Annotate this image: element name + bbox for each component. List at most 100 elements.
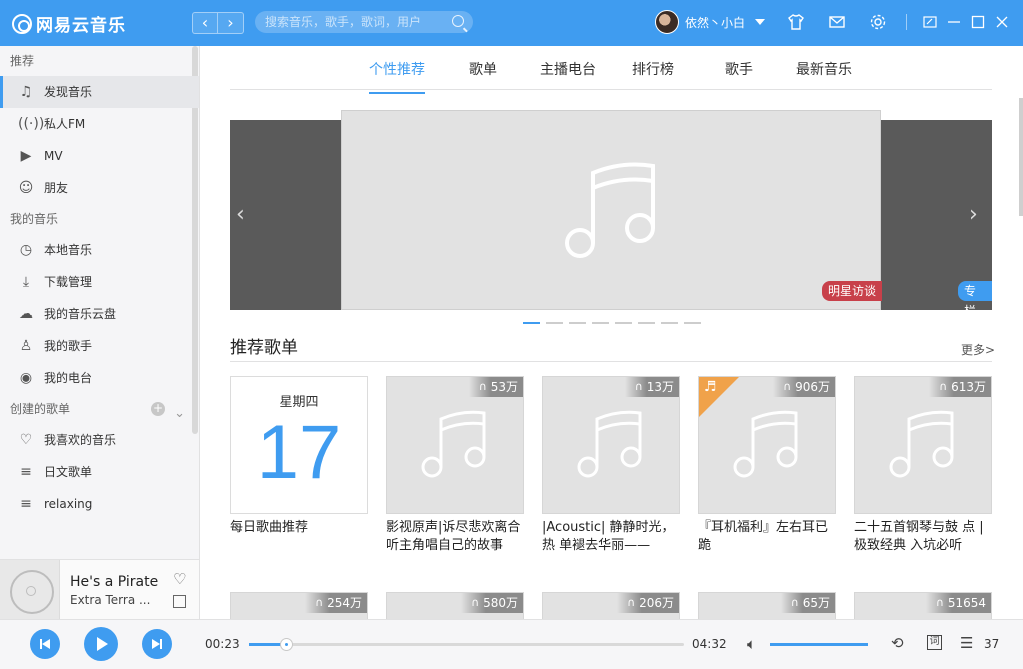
progress-handle[interactable] xyxy=(279,638,293,651)
volume-slider[interactable] xyxy=(770,643,868,646)
sidebar-item-friends[interactable]: ☺ 朋友 xyxy=(0,172,199,204)
playlist-name[interactable]: 『耳机福利』左右耳已 跪 xyxy=(698,519,836,555)
artist-icon: ♙ xyxy=(19,338,33,354)
maximize-icon[interactable] xyxy=(969,13,987,31)
close-icon[interactable] xyxy=(993,13,1011,31)
tab-bar: 个性推荐 歌单 主播电台 排行榜 歌手 最新音乐 xyxy=(230,46,992,94)
previous-track-button[interactable] xyxy=(30,629,60,659)
tab-personal[interactable]: 个性推荐 xyxy=(369,59,425,94)
playlist-card[interactable]: 53万 影视原声|诉尽悲欢离合 听主角唱自己的故事 xyxy=(386,376,524,555)
heart-icon[interactable]: ♡ xyxy=(173,570,186,588)
playlist-card[interactable]: 206万 xyxy=(542,592,680,619)
playlist-card[interactable]: 51654 xyxy=(854,592,992,619)
lyrics-button[interactable]: 词 xyxy=(927,635,942,650)
main-content: 个性推荐 歌单 主播电台 排行榜 歌手 最新音乐 ‹ › 明星访谈 专栏 推荐歌… xyxy=(200,46,1023,619)
more-link[interactable]: 更多> xyxy=(961,341,995,358)
avatar[interactable] xyxy=(655,10,679,34)
playlist-name[interactable]: |Acoustic| 静静时光，热 单褪去华丽—— xyxy=(542,519,680,555)
playlist-cover[interactable]: ♬ 906万 xyxy=(698,376,836,514)
mini-mode-icon[interactable] xyxy=(921,13,939,31)
playlist-card[interactable]: 580万 xyxy=(386,592,524,619)
tab-radio[interactable]: 主播电台 xyxy=(540,59,596,79)
play-count: 254万 xyxy=(305,593,367,613)
heart-icon: ♡ xyxy=(19,432,33,448)
daily-calendar[interactable]: 星期四 17 xyxy=(230,376,368,514)
main-scrollbar[interactable] xyxy=(1019,98,1023,216)
sidebar-item-local-music[interactable]: ◷ 本地音乐 xyxy=(0,234,199,266)
app-logo[interactable]: 网易云音乐 xyxy=(12,11,126,36)
playlist-cover[interactable]: 613万 xyxy=(854,376,992,514)
user-menu[interactable]: 依然丶小白 xyxy=(655,10,766,34)
playlist-card[interactable]: 65万 xyxy=(698,592,836,619)
search-input[interactable] xyxy=(255,11,435,33)
share-icon[interactable] xyxy=(173,595,186,608)
playlist-card[interactable]: ♬ 906万 『耳机福利』左右耳已 跪 xyxy=(698,376,836,555)
search-icon[interactable] xyxy=(452,15,464,27)
chevron-left-icon[interactable]: ‹ xyxy=(236,202,245,227)
repeat-icon[interactable]: ⟲ xyxy=(891,634,904,652)
playlist-card[interactable]: 613万 二十五首钢琴与鼓 点 | 极致经典 入坑必听 xyxy=(854,376,992,555)
playlist-card[interactable]: 254万 xyxy=(230,592,368,619)
back-button[interactable]: ‹ xyxy=(192,12,218,34)
previous-icon xyxy=(40,639,50,649)
song-artist[interactable]: Extra Terra ... xyxy=(70,593,150,607)
album-cover[interactable] xyxy=(0,560,60,620)
forward-button[interactable]: › xyxy=(218,12,244,34)
mail-icon[interactable] xyxy=(828,13,846,31)
chevron-right-icon[interactable]: › xyxy=(969,202,978,227)
tab-artists[interactable]: 歌手 xyxy=(725,59,753,79)
playlist-card[interactable]: 13万 |Acoustic| 静静时光，热 单褪去华丽—— xyxy=(542,376,680,555)
sidebar-item-artists[interactable]: ♙ 我的歌手 xyxy=(0,330,199,362)
sidebar-item-mv[interactable]: ▶ MV xyxy=(0,140,199,172)
chevron-down-icon[interactable] xyxy=(755,19,766,25)
sidebar-item-label: 朋友 xyxy=(44,181,69,195)
carousel-dot[interactable] xyxy=(546,322,563,324)
sidebar-item-label: 私人FM xyxy=(44,117,86,131)
carousel-dot[interactable] xyxy=(684,322,701,324)
carousel-dot[interactable] xyxy=(638,322,655,324)
music-note-icon xyxy=(565,162,655,258)
search-box[interactable] xyxy=(255,11,473,33)
sidebar-item-radio[interactable]: ◉ 我的电台 xyxy=(0,362,199,394)
settings-icon[interactable] xyxy=(869,13,887,31)
carousel-dot[interactable] xyxy=(661,322,678,324)
playlist-cover[interactable]: 53万 xyxy=(386,376,524,514)
carousel-dot[interactable] xyxy=(615,322,632,324)
next-track-button[interactable] xyxy=(142,629,172,659)
banner-current-slide[interactable] xyxy=(341,110,881,310)
sidebar-item-playlist[interactable]: ≡ 日文歌单 xyxy=(0,456,199,488)
play-button[interactable] xyxy=(84,627,118,661)
sidebar-item-fm[interactable]: ((·)) 私人FM xyxy=(0,108,199,140)
carousel-dot[interactable] xyxy=(592,322,609,324)
skin-icon[interactable] xyxy=(787,13,805,31)
tab-playlists[interactable]: 歌单 xyxy=(469,59,497,79)
progress-bar[interactable] xyxy=(249,638,684,651)
playlist-name[interactable]: 每日歌曲推荐 xyxy=(230,519,368,555)
banner-carousel[interactable]: ‹ › 明星访谈 专栏 xyxy=(230,110,992,318)
tab-charts[interactable]: 排行榜 xyxy=(632,59,674,79)
daily-recommend-card[interactable]: 星期四 17 每日歌曲推荐 xyxy=(230,376,368,555)
playlist-icon: ≡ xyxy=(20,496,32,512)
playlist-name[interactable]: 影视原声|诉尽悲欢离合 听主角唱自己的故事 xyxy=(386,519,524,555)
volume-icon[interactable]: 🔈︎ xyxy=(747,635,756,653)
sidebar-item-liked[interactable]: ♡ 我喜欢的音乐 xyxy=(0,424,199,456)
username[interactable]: 依然丶小白 xyxy=(685,14,745,31)
tab-new-music[interactable]: 最新音乐 xyxy=(796,59,852,79)
day-number: 17 xyxy=(256,410,342,495)
sidebar-item-downloads[interactable]: ⤓ 下载管理 xyxy=(0,266,199,298)
minimize-icon[interactable] xyxy=(945,13,963,31)
banner-prev-slide[interactable]: ‹ xyxy=(230,120,341,310)
playlist-cover[interactable]: 13万 xyxy=(542,376,680,514)
playlist-name[interactable]: 二十五首钢琴与鼓 点 | 极致经典 入坑必听 xyxy=(854,519,992,555)
add-playlist-icon[interactable]: + xyxy=(151,402,165,416)
volume-fill xyxy=(770,643,868,646)
playlist-icon[interactable]: ☰ xyxy=(960,634,973,652)
sidebar-item-playlist[interactable]: ≡ relaxing xyxy=(0,488,199,520)
carousel-dot[interactable] xyxy=(569,322,586,324)
sidebar-item-discover[interactable]: ♫ 发现音乐 xyxy=(0,76,199,108)
friends-icon: ☺ xyxy=(18,180,34,196)
song-title[interactable]: He's a Pirate xyxy=(70,574,158,590)
now-playing[interactable]: He's a Pirate Extra Terra ... ♡ xyxy=(0,559,200,620)
carousel-dot[interactable] xyxy=(523,322,540,324)
sidebar-item-cloud[interactable]: ☁ 我的音乐云盘 xyxy=(0,298,199,330)
